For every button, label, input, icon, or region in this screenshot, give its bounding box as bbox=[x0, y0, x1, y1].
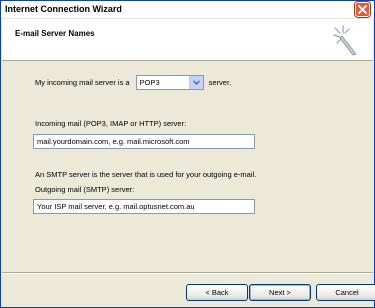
footer-divider bbox=[2, 272, 373, 274]
outgoing-server-label: Outgoing mail (SMTP) server: bbox=[35, 185, 135, 194]
smtp-description: An SMTP server is the server that is use… bbox=[35, 170, 257, 179]
window-title: Internet Connection Wizard bbox=[5, 4, 122, 14]
cancel-button[interactable]: Cancel bbox=[316, 284, 375, 301]
wizard-sparkle-icon bbox=[333, 25, 357, 56]
close-button[interactable] bbox=[355, 2, 370, 17]
incoming-type-label: My incoming mail server is a bbox=[35, 77, 130, 87]
incoming-server-label: Incoming mail (POP3, IMAP or HTTP) serve… bbox=[35, 119, 187, 128]
server-type-value: POP3 bbox=[139, 77, 160, 87]
wizard-content: My incoming mail server is a POP3 server… bbox=[2, 62, 373, 272]
dropdown-arrow-button[interactable] bbox=[188, 75, 203, 89]
title-bar[interactable]: Internet Connection Wizard bbox=[1, 1, 374, 18]
wizard-header: E-mail Server Names bbox=[2, 19, 373, 61]
incoming-server-input[interactable]: mail.yourdomain.com, e.g. mail.microsoft… bbox=[33, 134, 255, 149]
wizard-window: Internet Connection Wizard E-mail Server… bbox=[0, 0, 375, 308]
outgoing-server-input[interactable]: Your ISP mail server, e.g. mail.optusnet… bbox=[33, 199, 255, 214]
server-type-dropdown[interactable]: POP3 bbox=[135, 74, 204, 90]
next-button[interactable]: Next > bbox=[249, 284, 311, 301]
incoming-server-type-row: My incoming mail server is a POP3 server… bbox=[35, 74, 231, 90]
chevron-down-icon bbox=[192, 79, 200, 85]
page-title: E-mail Server Names bbox=[15, 29, 95, 38]
back-button[interactable]: < Back bbox=[186, 284, 248, 301]
close-icon bbox=[358, 5, 367, 14]
incoming-type-suffix: server. bbox=[208, 77, 232, 87]
